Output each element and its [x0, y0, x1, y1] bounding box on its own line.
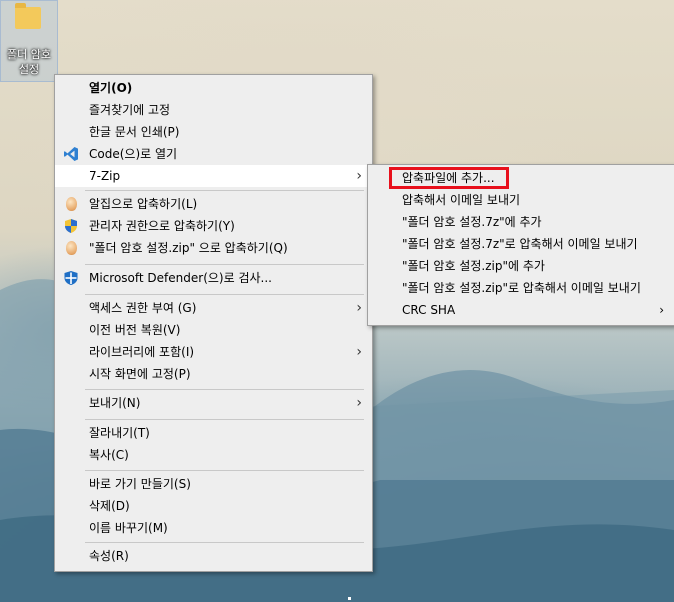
menu-item-admin-compress[interactable]: 관리자 권한으로 압축하기(Y)	[55, 215, 372, 237]
folder-icon	[15, 3, 41, 29]
chevron-right-icon: ›	[356, 344, 362, 360]
alzip-egg-icon	[63, 196, 79, 212]
defender-shield-icon	[63, 270, 79, 286]
menu-item-hangul-print[interactable]: 한글 문서 인쇄(P)	[55, 121, 372, 143]
menu-item-rename[interactable]: 이름 바꾸기(M)	[55, 517, 372, 539]
menu-item-delete[interactable]: 삭제(D)	[55, 495, 372, 517]
chevron-right-icon: ›	[356, 300, 362, 316]
chevron-right-icon: ›	[356, 168, 362, 184]
menu-item-restore-previous[interactable]: 이전 버전 복원(V)	[55, 319, 372, 341]
menu-item-7zip[interactable]: 7-Zip ›	[55, 165, 372, 187]
alzip-egg-icon	[63, 240, 79, 256]
menu-item-open-with-code[interactable]: Code(으)로 열기	[55, 143, 372, 165]
chevron-right-icon: ›	[356, 395, 362, 411]
menu-item-defender-scan[interactable]: Microsoft Defender(으)로 검사...	[55, 267, 372, 289]
menu-separator	[85, 419, 364, 420]
menu-separator	[85, 470, 364, 471]
menu-item-cut[interactable]: 잘라내기(T)	[55, 422, 372, 444]
vscode-icon	[63, 146, 79, 162]
menu-item-give-access[interactable]: 액세스 권한 부여 (G) ›	[55, 297, 372, 319]
chevron-right-icon: ›	[659, 303, 664, 317]
context-menu: 열기(O) 즐겨찾기에 고정 한글 문서 인쇄(P) Code(으)로 열기 7…	[54, 74, 373, 572]
menu-item-pin-start[interactable]: 시작 화면에 고정(P)	[55, 363, 372, 385]
submenu-item-add-zip[interactable]: "폴더 암호 설정.zip"에 추가	[368, 255, 674, 277]
menu-item-properties[interactable]: 속성(R)	[55, 545, 372, 567]
uac-shield-icon	[63, 218, 79, 234]
menu-separator	[85, 190, 364, 191]
desktop-folder-icon[interactable]: 폴더 암호 설정	[0, 0, 58, 82]
submenu-item-add-7z-email[interactable]: "폴더 암호 설정.7z"로 압축해서 이메일 보내기	[368, 233, 674, 255]
menu-item-create-shortcut[interactable]: 바로 가기 만들기(S)	[55, 473, 372, 495]
menu-item-send-to[interactable]: 보내기(N) ›	[55, 392, 372, 414]
menu-separator	[85, 294, 364, 295]
menu-item-include-library[interactable]: 라이브러리에 포함(I) ›	[55, 341, 372, 363]
submenu-item-add-zip-email[interactable]: "폴더 암호 설정.zip"로 압축해서 이메일 보내기	[368, 277, 674, 299]
menu-separator	[85, 542, 364, 543]
red-highlight-annotation	[389, 167, 509, 189]
menu-separator	[85, 389, 364, 390]
menu-item-alzip-compress[interactable]: 알집으로 압축하기(L)	[55, 193, 372, 215]
submenu-item-crc-sha[interactable]: CRC SHA ›	[368, 299, 674, 321]
menu-item-pin-quick-access[interactable]: 즐겨찾기에 고정	[55, 99, 372, 121]
submenu-item-add-7z[interactable]: "폴더 암호 설정.7z"에 추가	[368, 211, 674, 233]
mouse-cursor	[348, 597, 351, 600]
menu-item-compress-named[interactable]: "폴더 암호 설정.zip" 으로 압축하기(Q)	[55, 237, 372, 259]
menu-item-copy[interactable]: 복사(C)	[55, 444, 372, 466]
menu-separator	[85, 264, 364, 265]
menu-item-open[interactable]: 열기(O)	[55, 77, 372, 99]
desktop-folder-label: 폴더 암호 설정	[7, 48, 51, 76]
submenu-item-compress-email[interactable]: 압축해서 이메일 보내기	[368, 189, 674, 211]
